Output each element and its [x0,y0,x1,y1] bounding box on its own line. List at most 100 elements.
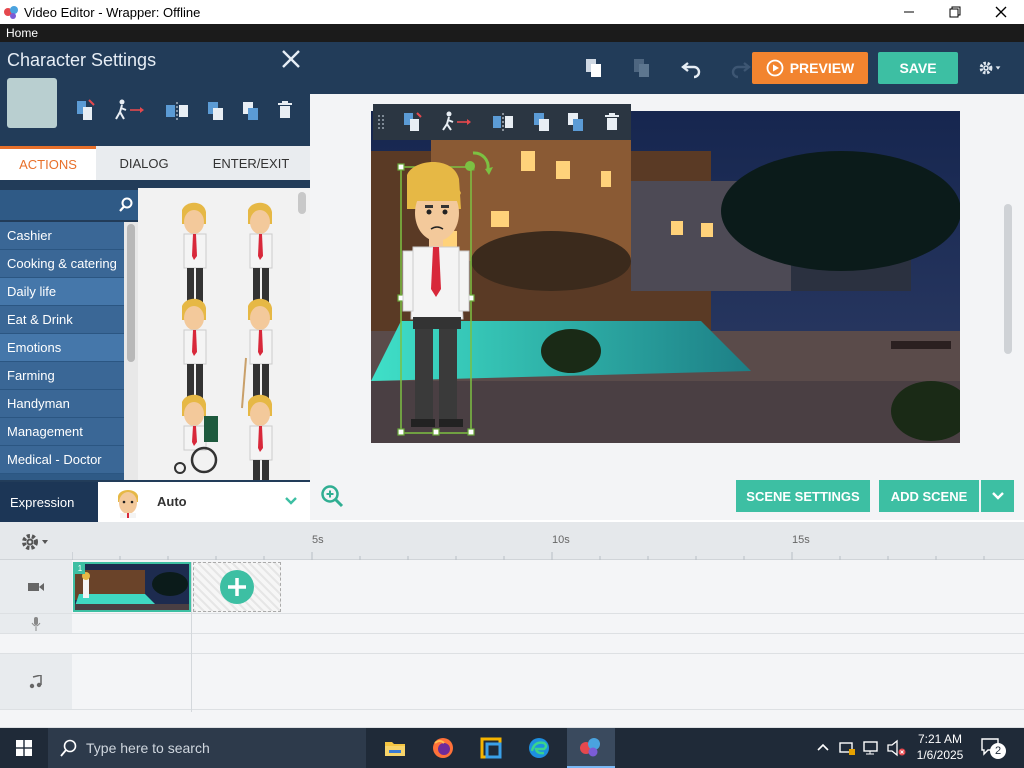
flip-icon[interactable] [164,100,190,122]
add-scene-label: ADD SCENE [890,488,968,504]
app-logo-icon [4,6,18,19]
swap-character-icon[interactable] [401,111,423,133]
character-floating-toolbar [373,104,631,140]
tab-dialog[interactable]: DIALOG [96,146,192,180]
redo-icon[interactable] [728,56,752,80]
character-businessman[interactable] [393,149,499,439]
video-editor-taskbar-button[interactable] [567,728,615,768]
pose-thumbnails [174,202,273,480]
undo-icon[interactable] [680,56,704,80]
voice-track[interactable] [0,614,1024,634]
add-scene-button[interactable]: ADD SCENE [879,480,979,512]
video-track-header [0,560,72,613]
category-handyman[interactable]: Handyman [0,390,124,418]
copy-icon[interactable] [582,56,606,80]
category-medical-doctor[interactable]: Medical - Doctor [0,446,124,474]
scene-thumbnail-1[interactable]: 1 [73,562,191,612]
scene-stage[interactable] [371,111,960,443]
menu-home[interactable]: Home [6,26,38,40]
panel-tabs: ACTIONS DIALOG ENTER/EXIT [0,146,310,180]
chevron-up-icon[interactable] [816,742,830,752]
taskbar-search-box[interactable]: Type here to search [48,728,366,768]
timeline-ruler[interactable]: 5s 10s 15s [0,522,1024,560]
flip-icon[interactable] [491,111,515,133]
music-note-icon [29,674,42,688]
volume-muted-icon[interactable] [886,739,906,757]
music-track-header [0,654,72,709]
panel-close-icon[interactable] [280,48,302,70]
category-eat-drink[interactable]: Eat & Drink [0,306,124,334]
restore-button[interactable] [932,0,978,24]
send-backward-icon[interactable] [565,111,587,133]
scene-number-badge: 1 [75,564,85,574]
zoom-in-icon[interactable] [320,484,344,508]
scene-settings-button[interactable]: SCENE SETTINGS [736,480,870,512]
timeline-settings-gear-icon[interactable] [20,532,54,552]
category-scrollbar[interactable] [124,222,138,480]
category-scroll-thumb[interactable] [127,224,135,362]
swap-character-icon[interactable] [74,98,96,122]
walk-motion-icon[interactable] [114,98,154,124]
action-search-input[interactable] [0,190,138,220]
category-cooking-catering[interactable]: Cooking & catering [0,250,124,278]
category-emotions[interactable]: Emotions [0,334,124,362]
walk-motion-icon[interactable] [441,110,477,134]
save-button[interactable]: SAVE [878,52,958,84]
system-clock[interactable]: 7:21 AM 1/6/2025 [912,731,968,763]
bring-forward-icon[interactable] [205,100,227,122]
category-management[interactable]: Management [0,418,124,446]
folder-icon [385,742,405,756]
search-icon[interactable] [118,197,134,213]
wrapper-app-icon [580,738,600,757]
minimize-button[interactable] [886,0,932,24]
paste-icon[interactable] [630,56,654,80]
drag-handle-icon[interactable] [377,114,385,130]
pose-thumb-4 [241,298,273,409]
voice-track-2[interactable] [0,634,1024,654]
bring-forward-icon[interactable] [531,111,553,133]
ruler-tick-15s: 15s [792,534,810,546]
action-poses-grid [138,188,310,480]
poses-scrollbar[interactable] [298,192,306,214]
delete-trash-icon[interactable] [276,100,294,120]
stage-vertical-scrollbar[interactable] [1004,204,1012,354]
expression-selector[interactable]: Expression Auto [0,482,310,522]
music-track[interactable] [0,654,1024,710]
edge-taskbar-button[interactable] [515,728,563,768]
add-scene-dropdown-button[interactable] [981,480,1014,512]
start-button[interactable] [0,728,48,768]
tab-dialog-label: DIALOG [119,155,169,171]
pose-thumb-3 [182,298,207,406]
play-icon [766,59,784,77]
add-plus-icon[interactable] [219,569,255,605]
category-farming[interactable]: Farming [0,362,124,390]
app-taskbar-button[interactable] [467,728,515,768]
send-backward-icon[interactable] [240,100,262,122]
preview-label: PREVIEW [789,60,855,76]
music-track-2[interactable] [0,710,1024,728]
rotate-handle-icon [465,151,493,175]
preview-button[interactable]: PREVIEW [752,52,868,84]
display-icon[interactable] [862,739,880,757]
restore-icon [949,6,961,18]
window-title: Video Editor - Wrapper: Offline [24,4,201,20]
file-explorer-taskbar-button[interactable] [371,728,419,768]
firefox-icon [433,738,453,758]
pose-thumb-6 [248,394,273,480]
firefox-taskbar-button[interactable] [419,728,467,768]
pose-thumb-5-wheelchair [174,394,218,474]
category-daily-life[interactable]: Daily life [0,278,124,306]
close-icon [995,6,1007,18]
scene-preview-image [75,564,189,610]
delete-trash-icon[interactable] [603,112,621,132]
ruler-minor-ticks [72,552,985,560]
settings-gear-icon[interactable] [978,56,1002,80]
close-window-button[interactable] [978,0,1024,24]
network-status-icon[interactable] [838,739,856,757]
category-cashier[interactable]: Cashier [0,222,124,250]
tab-actions[interactable]: ACTIONS [0,146,96,180]
notification-center-button[interactable]: 2 [980,737,1008,759]
tab-enter-exit-label: ENTER/EXIT [212,155,290,171]
add-scene-slot[interactable] [193,562,281,612]
tab-enter-exit[interactable]: ENTER/EXIT [192,146,310,180]
